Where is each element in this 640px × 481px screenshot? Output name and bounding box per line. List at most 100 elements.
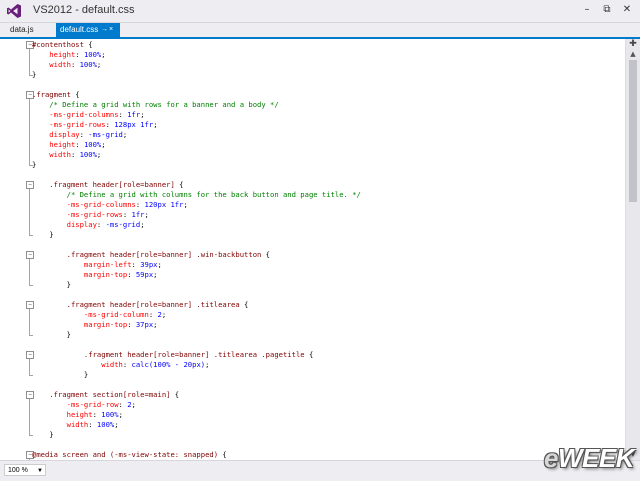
code-line[interactable]: #contenthost { xyxy=(32,40,93,50)
code-token: : xyxy=(88,420,97,429)
code-line[interactable]: .fragment header[role=banner] { xyxy=(32,180,183,190)
code-line[interactable]: margin-left: 39px; xyxy=(32,260,162,270)
code-token: 100% xyxy=(96,420,115,429)
code-token: 120px 1fr xyxy=(144,200,184,209)
code-token: .fragment xyxy=(32,90,71,99)
code-line[interactable]: } xyxy=(32,430,54,440)
code-line[interactable]: @media screen and (-ms-view-state: snapp… xyxy=(32,450,227,460)
code-line[interactable]: .fragment header[role=banner] .titlearea… xyxy=(32,300,249,310)
code-line[interactable]: width: 100%; xyxy=(32,420,119,430)
code-token: height xyxy=(32,50,76,59)
code-line[interactable]: /* Define a grid with columns for the ba… xyxy=(32,190,361,200)
code-token: : xyxy=(75,50,84,59)
code-token: : xyxy=(122,360,132,369)
code-line[interactable]: width: 100%; xyxy=(32,60,101,70)
code-line[interactable]: -ms-grid-rows: 1fr; xyxy=(32,210,149,220)
fold-guide xyxy=(29,99,30,165)
code-token: /* Define a grid with rows for a banner … xyxy=(32,100,279,109)
code-token: : xyxy=(118,110,128,119)
fold-guide xyxy=(29,189,30,235)
code-line[interactable]: .fragment { xyxy=(32,90,80,100)
code-token: ; xyxy=(96,150,102,159)
code-line[interactable]: height: 100%; xyxy=(32,50,106,60)
code-line[interactable]: height: 100%; xyxy=(32,410,123,420)
code-token: height xyxy=(32,410,93,419)
code-token: -ms-grid-columns xyxy=(32,110,119,119)
code-line[interactable]: } xyxy=(32,160,36,170)
zoom-level: 100 % xyxy=(8,467,28,474)
code-token: 100% xyxy=(83,50,102,59)
tab-label: default.css xyxy=(60,25,99,34)
code-token: ; xyxy=(153,270,158,279)
code-token: ; xyxy=(157,260,162,269)
code-token: ; xyxy=(153,120,158,129)
code-token: : xyxy=(131,260,141,269)
code-line[interactable]: } xyxy=(32,230,53,240)
code-line[interactable]: -ms-grid-row: 2; xyxy=(32,400,136,410)
code-token: .fragment header[role=banner] xyxy=(32,180,175,189)
code-line[interactable]: -ms-grid-columns: 120px 1fr; xyxy=(32,200,188,210)
chevron-down-icon: ▼ xyxy=(37,468,43,474)
scroll-thumb[interactable] xyxy=(629,60,637,202)
visual-studio-logo-icon xyxy=(7,4,21,18)
code-line[interactable]: } xyxy=(32,370,88,380)
close-button[interactable]: ✕ xyxy=(620,3,634,17)
code-token: .fragment section[role=main] xyxy=(32,390,171,399)
code-line[interactable]: margin-top: 37px; xyxy=(32,320,158,330)
code-line[interactable]: .fragment header[role=banner] .titlearea… xyxy=(32,350,313,360)
fold-guide xyxy=(29,359,30,375)
code-line[interactable]: } xyxy=(32,280,71,290)
code-line[interactable]: height: 100%; xyxy=(32,140,105,150)
code-line[interactable]: width: calc(100% - 20px); xyxy=(32,360,209,370)
code-line[interactable]: -ms-grid-column: 2; xyxy=(32,310,166,320)
split-window-icon[interactable]: ✚ xyxy=(628,40,638,49)
code-line[interactable]: -ms-grid-rows: 128px 1fr; xyxy=(32,120,158,130)
code-token: ; xyxy=(140,110,145,119)
code-line[interactable]: } xyxy=(32,70,36,80)
minimize-button[interactable]: – xyxy=(580,3,594,17)
code-token: } xyxy=(32,280,71,289)
code-token: @media screen and (-ms-view-state: snapp… xyxy=(32,450,219,459)
code-token: : xyxy=(148,310,158,319)
zoom-dropdown[interactable]: 100 % ▼ xyxy=(4,464,46,476)
tab-default-css[interactable]: default.css → × xyxy=(56,23,120,37)
code-token: ; xyxy=(161,310,167,319)
code-token: ; xyxy=(153,320,158,329)
code-line[interactable]: display: -ms-grid; xyxy=(32,220,145,230)
code-token: 1fr xyxy=(127,110,141,119)
code-token: -ms-grid-rows xyxy=(32,120,106,129)
code-token: 59px xyxy=(135,270,154,279)
fold-guide xyxy=(29,399,30,435)
restore-button[interactable]: ⧉ xyxy=(600,3,614,17)
fold-guide xyxy=(29,309,30,335)
code-token: : xyxy=(70,150,80,159)
eweek-watermark-logo: eWEEK xyxy=(544,443,634,473)
code-line[interactable]: } xyxy=(32,330,71,340)
code-token: #contenthost xyxy=(32,40,84,49)
code-token: : xyxy=(122,210,132,219)
code-token: width xyxy=(32,60,71,69)
tab-data-js[interactable]: data.js xyxy=(10,23,34,37)
code-token: ; xyxy=(183,200,188,209)
code-line[interactable]: display: -ms-grid; xyxy=(32,130,127,140)
code-line[interactable]: margin-top: 59px; xyxy=(32,270,158,280)
code-token: } xyxy=(32,160,37,169)
code-line[interactable]: .fragment header[role=banner] .win-backb… xyxy=(32,250,270,260)
code-line[interactable]: width: 100%; xyxy=(32,150,101,160)
scroll-up-icon[interactable]: ▲ xyxy=(628,50,638,58)
code-token: : xyxy=(92,410,102,419)
tab-close-icon[interactable]: × xyxy=(109,23,113,37)
code-token: 100% xyxy=(83,140,102,149)
pin-icon[interactable]: → xyxy=(101,23,108,37)
code-token: .fragment header[role=banner] .titlearea… xyxy=(32,350,305,359)
code-token: : xyxy=(127,270,136,279)
code-line[interactable]: -ms-grid-columns: 1fr; xyxy=(32,110,145,120)
code-token: : xyxy=(118,400,128,409)
code-token: } xyxy=(32,430,54,439)
title-bar: VS2012 - default.css – ⧉ ✕ xyxy=(0,0,640,23)
code-line[interactable]: .fragment section[role=main] { xyxy=(32,390,179,400)
code-editor[interactable]: − − − − − − − − − #contenthost { height:… xyxy=(0,39,626,460)
code-token: ; xyxy=(101,50,106,59)
code-token: 37px xyxy=(135,320,154,329)
code-line[interactable]: /* Define a grid with rows for a banner … xyxy=(32,100,279,110)
